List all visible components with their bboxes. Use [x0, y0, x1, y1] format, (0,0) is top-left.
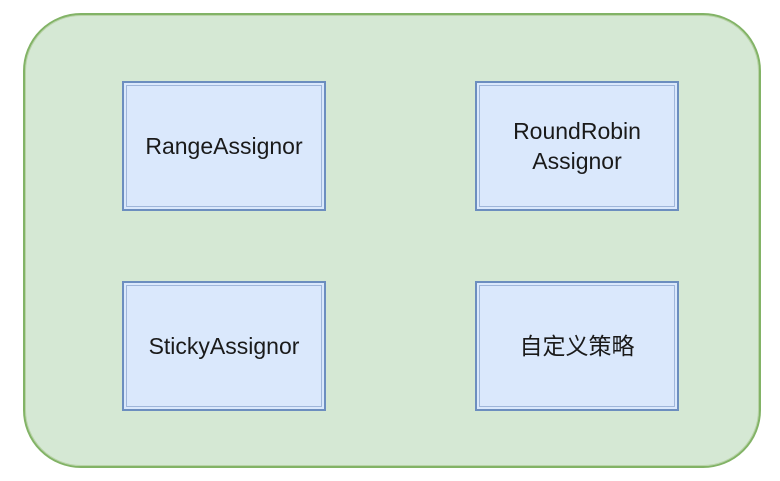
sticky-assignor-node: StickyAssignor: [122, 281, 326, 411]
sticky-assignor-label: StickyAssignor: [148, 333, 300, 359]
custom-strategy-label: 自定义策略: [519, 333, 635, 359]
range-assignor-node: RangeAssignor: [122, 81, 326, 211]
custom-strategy-node: 自定义策略: [475, 281, 679, 411]
round-robin-assignor-node: RoundRobin Assignor: [475, 81, 679, 211]
round-robin-assignor-label: RoundRobin Assignor: [513, 118, 641, 174]
range-assignor-label: RangeAssignor: [145, 133, 303, 159]
diagram-canvas: RangeAssignor RoundRobin Assignor Sticky…: [0, 0, 780, 481]
